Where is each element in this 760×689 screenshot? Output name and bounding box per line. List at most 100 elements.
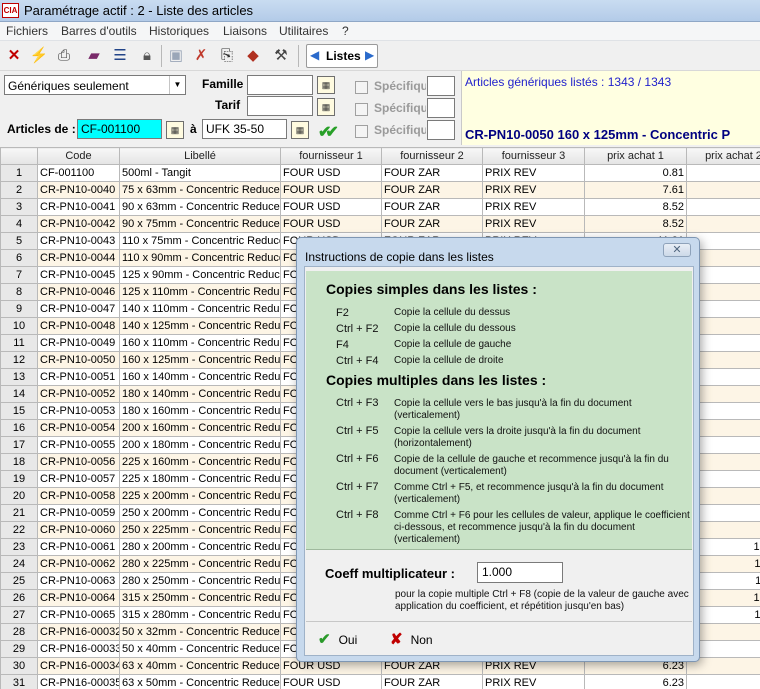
row-number[interactable]: 29 <box>0 640 38 658</box>
table-row[interactable]: 2 CR-PN10-0040 75 x 63mm - Concentric Redu… <box>0 181 760 199</box>
menu-utilitaires[interactable]: Utilitaires <box>279 24 328 38</box>
chevron-down-icon[interactable]: ▼ <box>169 76 185 94</box>
column-header[interactable]: fournisseur 3 <box>482 147 585 165</box>
table-cell[interactable]: 250 x 200mm - Concentric Reducer <box>119 504 281 522</box>
table-cell[interactable]: 280 x 200mm - Concentric Reducer <box>119 538 281 556</box>
table-cell[interactable]: CR-PN10-0057 <box>37 470 120 488</box>
articles-from-picker-icon[interactable]: ▦ <box>166 121 184 139</box>
row-number[interactable]: 1 <box>0 164 38 182</box>
table-cell[interactable]: 225 x 200mm - Concentric Reducer <box>119 487 281 505</box>
table-cell[interactable]: CR-PN16-00035 <box>37 674 120 689</box>
table-cell[interactable]: CF-001100 <box>37 164 120 182</box>
table-row[interactable]: 3 CR-PN10-0041 90 x 63mm - Concentric Redu… <box>0 198 760 216</box>
table-cell[interactable]: CR-PN10-0064 <box>37 589 120 607</box>
menu-liaisons[interactable]: Liaisons <box>223 24 267 38</box>
tarif-field[interactable] <box>247 96 313 116</box>
column-header[interactable]: prix achat 2 <box>686 147 760 165</box>
table-cell[interactable]: CR-PN10-0063 <box>37 572 120 590</box>
row-number[interactable]: 13 <box>0 368 38 386</box>
row-number[interactable]: 27 <box>0 606 38 624</box>
table-cell[interactable]: 8.52 <box>584 198 687 216</box>
articles-to-picker-icon[interactable]: ▦ <box>291 121 309 139</box>
row-number[interactable]: 22 <box>0 521 38 539</box>
row-number[interactable]: 24 <box>0 555 38 573</box>
table-cell[interactable]: CR-PN10-0041 <box>37 198 120 216</box>
row-number[interactable]: 31 <box>0 674 38 689</box>
specifique-checkbox-3[interactable] <box>355 125 368 138</box>
table-cell[interactable]: 110 x 90mm - Concentric Reducer <box>119 249 281 267</box>
oui-button[interactable]: ✔ Oui <box>318 630 357 648</box>
table-cell[interactable]: 50 x 40mm - Concentric Reducer <box>119 640 281 658</box>
menu-fichiers[interactable]: Fichiers <box>6 24 48 38</box>
table-cell[interactable]: 315 x 250mm - Concentric Reducer <box>119 589 281 607</box>
table-cell[interactable]: 95 <box>686 198 760 216</box>
close-icon[interactable]: ✕ <box>663 243 691 257</box>
table-cell[interactable]: 180 x 140mm - Concentric Reducer <box>119 385 281 403</box>
table-cell[interactable]: FOUR ZAR <box>381 215 483 233</box>
menu-historiques[interactable]: Historiques <box>149 24 209 38</box>
table-cell[interactable]: FOUR ZAR <box>381 181 483 199</box>
table-cell[interactable]: 6.23 <box>584 674 687 689</box>
table-cell[interactable]: 180 x 160mm - Concentric Reducer <box>119 402 281 420</box>
table-cell[interactable]: CR-PN10-0062 <box>37 555 120 573</box>
table-cell[interactable]: 8.52 <box>584 215 687 233</box>
table-row[interactable]: 31 CR-PN16-00035 63 x 50mm - Concentric Re… <box>0 674 760 689</box>
row-number[interactable]: 17 <box>0 436 38 454</box>
table-cell[interactable]: 160 x 140mm - Concentric Reducer <box>119 368 281 386</box>
row-number[interactable]: 14 <box>0 385 38 403</box>
column-header[interactable]: Libellé <box>119 147 281 165</box>
table-cell[interactable]: 140 x 110mm - Concentric Reducer <box>119 300 281 318</box>
table-cell[interactable]: 315 x 280mm - Concentric Reducer <box>119 606 281 624</box>
specifique-field-3[interactable] <box>427 120 455 140</box>
row-number[interactable]: 5 <box>0 232 38 250</box>
article-type-select[interactable]: Génériques seulement ▼ <box>4 75 186 95</box>
table-cell[interactable]: 110 x 75mm - Concentric Reducer <box>119 232 281 250</box>
row-number[interactable]: 25 <box>0 572 38 590</box>
row-number[interactable]: 9 <box>0 300 38 318</box>
table-cell[interactable]: CR-PN16-00032 <box>37 623 120 641</box>
table-cell[interactable]: FOUR USD <box>280 215 382 233</box>
row-number[interactable]: 19 <box>0 470 38 488</box>
tarif-picker-icon[interactable]: ▦ <box>317 98 335 116</box>
table-cell[interactable]: FOUR USD <box>280 181 382 199</box>
table-cell[interactable]: 90 x 75mm - Concentric Reducer <box>119 215 281 233</box>
save-icon[interactable]: ▣ <box>166 46 186 66</box>
table-cell[interactable]: 50 x 32mm - Concentric Reducer <box>119 623 281 641</box>
table-cell[interactable]: PRIX REV <box>482 674 585 689</box>
tab-listes[interactable]: ◀ Listes ▶ <box>306 44 378 68</box>
table-cell[interactable]: CR-PN10-0049 <box>37 334 120 352</box>
table-cell[interactable]: CR-PN16-00033 <box>37 640 120 658</box>
table-cell[interactable]: CR-PN10-0056 <box>37 453 120 471</box>
specifique-checkbox-1[interactable] <box>355 81 368 94</box>
erase-icon[interactable]: ✗ <box>191 46 211 66</box>
table-cell[interactable]: PRIX REV <box>482 198 585 216</box>
row-number[interactable]: 21 <box>0 504 38 522</box>
table-cell[interactable]: 63 x 50mm - Concentric Reducer <box>119 674 281 689</box>
row-number[interactable]: 10 <box>0 317 38 335</box>
row-number[interactable]: 20 <box>0 487 38 505</box>
articles-to-field[interactable]: UFK 35-50 <box>202 119 287 139</box>
table-cell[interactable]: CR-PN10-0050 <box>37 351 120 369</box>
table-cell[interactable]: 125 x 110mm - Concentric Reducer <box>119 283 281 301</box>
table-cell[interactable]: 160 x 125mm - Concentric Reducer <box>119 351 281 369</box>
specifique-field-2[interactable] <box>427 98 455 118</box>
row-number[interactable]: 8 <box>0 283 38 301</box>
menu-help[interactable]: ? <box>342 24 349 38</box>
print-icon[interactable]: ⎙ <box>54 46 74 66</box>
table-cell[interactable]: CR-PN10-0055 <box>37 436 120 454</box>
menu-barres-outils[interactable]: Barres d'outils <box>61 24 137 38</box>
table-cell[interactable]: FOUR ZAR <box>381 674 483 689</box>
table-cell[interactable]: 200 x 180mm - Concentric Reducer <box>119 436 281 454</box>
table-cell[interactable]: 225 x 160mm - Concentric Reducer <box>119 453 281 471</box>
table-cell[interactable]: PRIX REV <box>482 181 585 199</box>
table-cell[interactable]: CR-PN10-0059 <box>37 504 120 522</box>
table-cell[interactable]: CR-PN10-0042 <box>37 215 120 233</box>
validate-icon[interactable]: ✔✔ <box>318 122 339 142</box>
chevron-left-icon[interactable]: ◀ <box>310 48 319 62</box>
row-number[interactable]: 15 <box>0 402 38 420</box>
close-icon[interactable]: ✕ <box>4 46 24 66</box>
table-cell[interactable]: PRIX REV <box>482 164 585 182</box>
copy-icon[interactable]: ⎘ <box>217 46 237 66</box>
column-header[interactable] <box>0 147 38 165</box>
table-cell[interactable]: CR-PN10-0054 <box>37 419 120 437</box>
